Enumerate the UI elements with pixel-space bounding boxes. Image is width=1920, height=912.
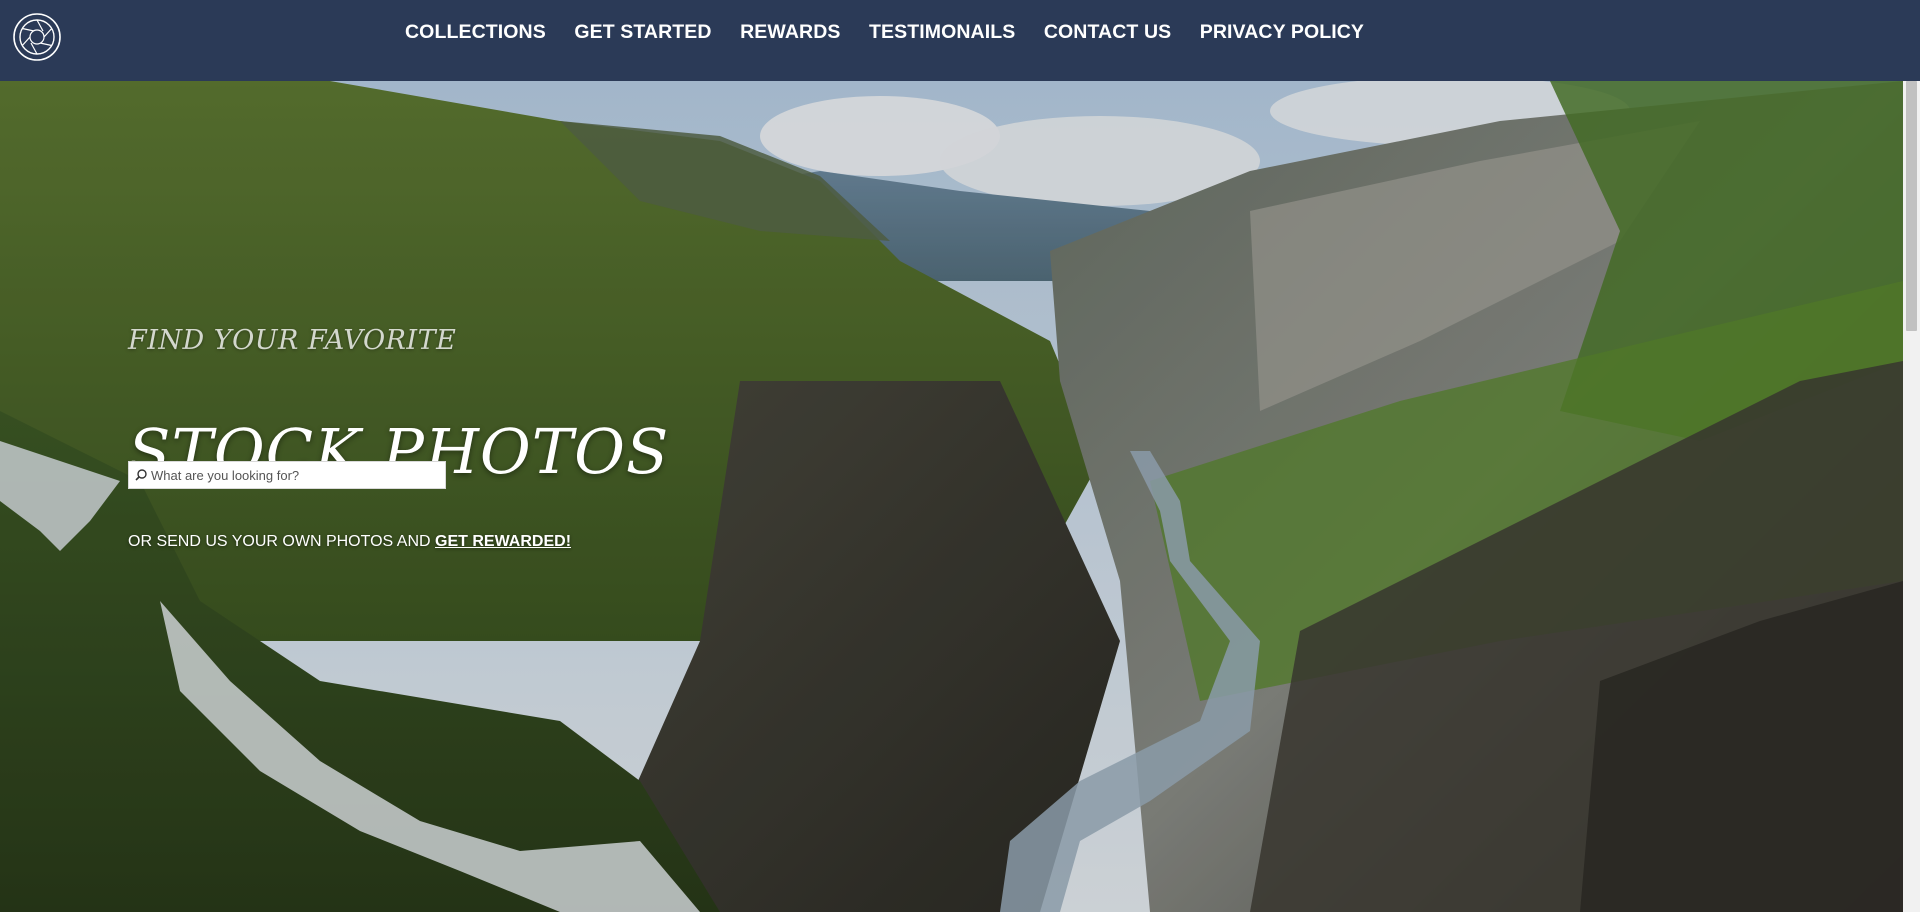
- search-box[interactable]: [128, 461, 446, 489]
- vertical-scrollbar[interactable]: [1903, 81, 1920, 912]
- search-input[interactable]: [151, 463, 441, 487]
- camera-aperture-logo[interactable]: [12, 12, 62, 62]
- hero-cta: OR SEND US YOUR OWN PHOTOS AND GET REWAR…: [128, 533, 571, 551]
- main-nav: COLLECTIONS GET STARTED REWARDS TESTIMON…: [405, 0, 1393, 65]
- scrollbar-thumb[interactable]: [1906, 81, 1917, 331]
- get-rewarded-link[interactable]: GET REWARDED!: [435, 533, 571, 550]
- top-navbar: COLLECTIONS GET STARTED REWARDS TESTIMON…: [0, 0, 1920, 81]
- nav-privacy-policy[interactable]: PRIVACY POLICY: [1200, 21, 1364, 44]
- search-icon: [135, 469, 147, 481]
- hero-kicker: FIND YOUR FAVORITE: [128, 325, 457, 356]
- cta-text: OR SEND US YOUR OWN PHOTOS AND: [128, 533, 436, 550]
- hero-section: FIND YOUR FAVORITE STOCK PHOTOS OR SEND …: [0, 81, 1903, 912]
- nav-contact-us[interactable]: CONTACT US: [1044, 21, 1171, 44]
- hero-background-landscape: [0, 81, 1903, 912]
- nav-collections[interactable]: COLLECTIONS: [405, 21, 546, 44]
- nav-rewards[interactable]: REWARDS: [740, 21, 840, 44]
- nav-get-started[interactable]: GET STARTED: [574, 21, 711, 44]
- nav-testimonials[interactable]: TESTIMONAILS: [869, 21, 1015, 44]
